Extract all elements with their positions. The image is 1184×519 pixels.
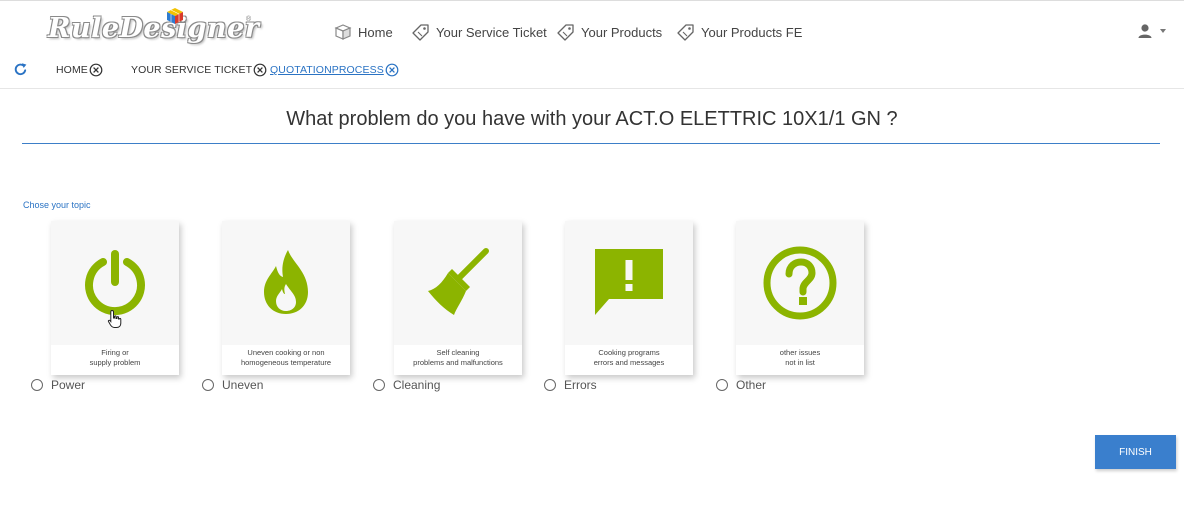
registered-mark: ® [246, 16, 252, 23]
flame-icon [264, 250, 308, 314]
caret-down-icon [1160, 29, 1166, 33]
cube-logo-icon [167, 8, 183, 24]
broom-icon [428, 248, 489, 315]
hand-pointer-cursor-icon [107, 309, 122, 328]
nav-your-products-fe[interactable]: Your Products FE [675, 21, 802, 43]
caption-line-1: Firing or [101, 348, 129, 357]
radio-errors[interactable] [544, 379, 556, 391]
option-errors-label: Errors [564, 378, 597, 392]
topic-card-caption: Self cleaning problems and malfunctions [394, 345, 522, 375]
caption-line-2: errors and messages [593, 358, 665, 367]
radio-other[interactable] [716, 379, 728, 391]
option-other[interactable]: Other [716, 378, 766, 392]
option-uneven-label: Uneven [222, 378, 264, 392]
topic-card-other[interactable]: other issues not in list [736, 221, 864, 375]
close-circle-icon[interactable] [385, 63, 399, 77]
topic-card-cleaning[interactable]: Self cleaning problems and malfunctions [394, 221, 522, 375]
topic-card-errors[interactable]: Cooking programs errors and messages [565, 221, 693, 375]
topic-card-uneven[interactable]: Uneven cooking or non homogeneous temper… [222, 221, 350, 375]
option-cleaning[interactable]: Cleaning [373, 378, 440, 392]
nav-your-products-fe-label: Your Products FE [701, 24, 803, 40]
option-power[interactable]: Power [31, 378, 85, 392]
topic-label: Chose your topic [23, 200, 91, 210]
topic-card-power[interactable]: Firing or supply problem [51, 221, 179, 375]
radio-uneven[interactable] [202, 379, 214, 391]
close-circle-icon[interactable] [253, 63, 267, 77]
caption-line-2: supply problem [89, 358, 141, 367]
question-underline [22, 143, 1160, 144]
top-navigation-bar: RuleDesigner ® Home Your Service Ticket [0, 0, 1184, 56]
caption-line-2: homogeneous temperature [240, 358, 332, 367]
nav-your-service-ticket[interactable]: Your Service Ticket [410, 21, 547, 43]
tab-your-service-ticket[interactable]: YOUR SERVICE TICKET [131, 63, 267, 77]
tab-your-service-ticket-label: YOUR SERVICE TICKET [131, 64, 253, 76]
user-menu[interactable] [1137, 23, 1167, 39]
topic-card-icon-area [736, 221, 864, 345]
question-icon [763, 246, 837, 320]
alert-message-icon [595, 249, 663, 315]
topic-card-caption: Uneven cooking or non homogeneous temper… [222, 345, 350, 375]
user-icon [1138, 24, 1152, 38]
topic-card-caption: Cooking programs errors and messages [565, 345, 693, 375]
topic-card-icon-area [222, 221, 350, 345]
tab-home-label: HOME [56, 64, 88, 76]
nav-your-products-label: Your Products [581, 24, 663, 40]
tag-icon [412, 24, 429, 41]
refresh-icon[interactable] [13, 62, 28, 77]
tag-icon [677, 24, 694, 41]
caption-line-2: not in list [785, 358, 815, 367]
option-errors[interactable]: Errors [544, 378, 597, 392]
nav-your-products[interactable]: Your Products [555, 21, 662, 43]
topic-card-caption: Firing or supply problem [51, 345, 179, 375]
option-power-label: Power [51, 378, 86, 392]
caption-line-2: problems and malfunctions [413, 358, 503, 367]
ruledesigner-logo[interactable]: RuleDesigner ® [48, 7, 260, 47]
topic-card-caption: other issues not in list [736, 345, 864, 375]
option-cleaning-label: Cleaning [393, 378, 441, 392]
radio-cleaning[interactable] [373, 379, 385, 391]
logo-text: RuleDesigner [48, 13, 260, 44]
tab-quotationprocess[interactable]: QUOTATIONPROCESS [270, 63, 399, 77]
close-circle-icon[interactable] [89, 63, 103, 77]
caption-line-1: Cooking programs [598, 348, 660, 357]
nav-your-service-ticket-label: Your Service Ticket [436, 24, 547, 40]
tab-quotationprocess-label: QUOTATIONPROCESS [270, 64, 384, 76]
option-uneven[interactable]: Uneven [202, 378, 263, 392]
box-icon [334, 24, 352, 40]
tab-home[interactable]: HOME [56, 63, 103, 77]
option-other-label: Other [736, 378, 767, 392]
finish-button[interactable]: FINISH [1095, 435, 1176, 469]
caption-line-1: Self cleaning [436, 348, 480, 357]
tabs-divider [0, 88, 1184, 89]
question-title: What problem do you have with your ACT.O… [286, 108, 898, 130]
topic-card-icon-area [394, 221, 522, 345]
nav-home-label: Home [358, 24, 393, 40]
power-icon [85, 250, 145, 315]
tag-icon [557, 24, 574, 41]
caption-line-1: other issues [779, 348, 821, 357]
topic-card-icon-area [565, 221, 693, 345]
caption-line-1: Uneven cooking or non [247, 348, 325, 357]
nav-home[interactable]: Home [333, 21, 393, 43]
open-tabs-bar: HOME YOUR SERVICE TICKET QUOTATIONPROCES… [0, 58, 1184, 84]
radio-power[interactable] [31, 379, 43, 391]
